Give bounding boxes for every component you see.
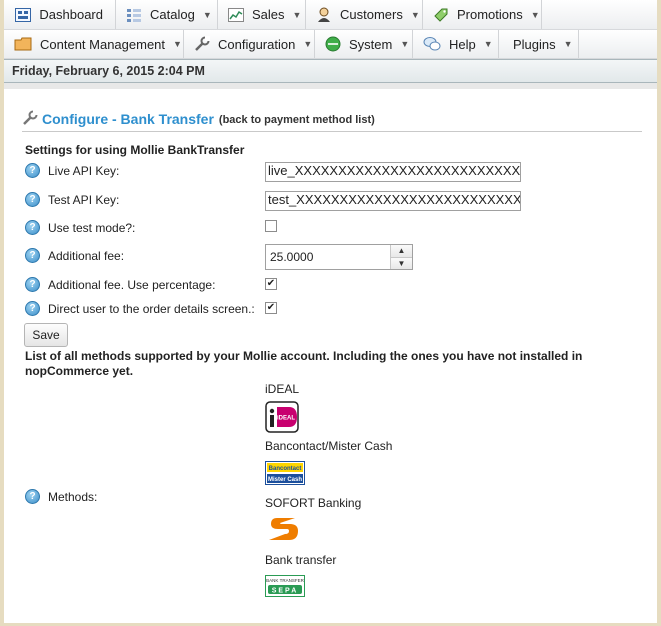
menu-dashboard[interactable]: Dashboard [4, 0, 116, 29]
menu-customers-label: Customers [340, 7, 403, 22]
additional-fee-label: ? Additional fee: [25, 248, 124, 263]
bancontact-logo-text: Bancontact [269, 466, 302, 472]
method-bank-transfer-name: Bank transfer [265, 553, 337, 567]
live-api-key-input[interactable]: live_XXXXXXXXXXXXXXXXXXXXXXXXXXXXXX [265, 162, 521, 182]
spin-down-button[interactable]: ▼ [391, 257, 412, 269]
method-bancontact-name: Bancontact/Mister Cash [265, 439, 393, 453]
menu-promotions[interactable]: Promotions ▼ [423, 0, 542, 29]
help-icon[interactable]: ? [25, 277, 40, 292]
content-management-icon [14, 36, 32, 52]
method-sofort-name: SOFORT Banking [265, 496, 362, 510]
sofort-logo [265, 516, 305, 545]
menu-configuration-label: Configuration [218, 36, 296, 52]
chevron-down-icon: ▼ [410, 9, 420, 20]
main-menu: Dashboard Catalog ▼ Sales ▼ Customers ▼ [4, 0, 657, 59]
fee-percentage-checkbox[interactable]: ✔ [265, 278, 277, 290]
use-test-mode-label-text: Use test mode?: [48, 220, 136, 235]
use-test-mode-checkbox[interactable] [265, 220, 277, 232]
configuration-icon [194, 36, 210, 52]
menu-content-management[interactable]: Content Management ▼ [4, 30, 184, 58]
ideal-logo: iDEAL [265, 401, 301, 436]
fee-percentage-label: ? Additional fee. Use percentage: [25, 277, 215, 292]
menu-promotions-label: Promotions [457, 7, 523, 22]
use-test-mode-label: ? Use test mode?: [25, 220, 135, 235]
menu-row-2: Content Management ▼ Configuration ▼ Sys… [4, 30, 657, 59]
back-to-list-link[interactable]: (back to payment method list) [219, 114, 375, 126]
bank-transfer-logo-text: BANK TRANSFER [266, 578, 304, 583]
chevron-down-icon: ▼ [303, 39, 313, 49]
chevron-down-icon: ▼ [483, 39, 493, 49]
ideal-logo-text: iDEAL [277, 416, 295, 422]
test-api-key-label: ? Test API Key: [25, 192, 119, 207]
section-title: Settings for using Mollie BankTransfer [25, 143, 245, 157]
live-api-key-label-text: Live API Key: [48, 163, 120, 178]
help-icon[interactable]: ? [25, 248, 40, 263]
methods-label: ? Methods: [25, 489, 97, 504]
chevron-down-icon: ▼ [202, 9, 212, 20]
spin-up-button[interactable]: ▲ [391, 245, 412, 258]
help-icon[interactable]: ? [25, 192, 40, 207]
system-icon [325, 36, 341, 52]
dashboard-icon [14, 7, 31, 23]
additional-fee-input[interactable]: 25.0000 ▲ ▼ [265, 244, 413, 270]
menu-help-label: Help [449, 36, 476, 52]
chevron-down-icon: ▼ [563, 39, 573, 49]
menu-sales-label: Sales [252, 7, 285, 22]
fee-spinner: ▲ ▼ [390, 245, 412, 269]
save-button[interactable]: Save [24, 323, 68, 347]
page-header: Configure - Bank Transfer (back to payme… [22, 109, 639, 129]
help-icon [423, 36, 441, 52]
catalog-icon [126, 7, 142, 23]
page-title: Configure - Bank Transfer [42, 111, 214, 127]
menu-configuration[interactable]: Configuration ▼ [184, 30, 315, 58]
menu-help[interactable]: Help ▼ [413, 30, 499, 58]
bancontact-logo: Bancontact Mister Cash [265, 461, 305, 488]
chevron-down-icon: ▼ [173, 39, 182, 49]
help-icon[interactable]: ? [25, 220, 40, 235]
main-content: Configure - Bank Transfer (back to payme… [4, 89, 657, 623]
chevron-down-icon: ▼ [292, 9, 302, 20]
menu-sales[interactable]: Sales ▼ [218, 0, 306, 29]
additional-fee-value[interactable]: 25.0000 [266, 245, 390, 269]
menu-catalog[interactable]: Catalog ▼ [116, 0, 218, 29]
help-icon[interactable]: ? [25, 489, 40, 504]
live-api-key-label: ? Live API Key: [25, 163, 119, 178]
chevron-down-icon: ▼ [530, 9, 540, 20]
menu-system[interactable]: System ▼ [315, 30, 413, 58]
direct-user-checkbox[interactable]: ✔ [265, 302, 277, 314]
direct-user-label-text: Direct user to the order details screen.… [48, 301, 255, 316]
methods-label-text: Methods: [48, 489, 98, 504]
date-bar: Friday, February 6, 2015 2:04 PM [4, 59, 657, 83]
wrench-icon [22, 109, 38, 129]
customers-icon [316, 7, 332, 23]
menu-plugins[interactable]: Plugins ▼ [499, 30, 579, 58]
menu-content-management-label: Content Management [40, 36, 166, 52]
test-api-key-label-text: Test API Key: [48, 192, 120, 207]
menu-row-1: Dashboard Catalog ▼ Sales ▼ Customers ▼ [4, 0, 657, 30]
help-icon[interactable]: ? [25, 301, 40, 316]
menu-catalog-label: Catalog [150, 7, 195, 22]
menu-dashboard-label: Dashboard [39, 7, 103, 22]
current-datetime: Friday, February 6, 2015 2:04 PM [12, 64, 205, 78]
additional-fee-label-text: Additional fee: [48, 248, 125, 263]
chevron-down-icon: ▼ [400, 39, 410, 49]
menu-plugins-label: Plugins [513, 36, 556, 52]
bank-transfer-logo: BANK TRANSFER SEPA [265, 575, 305, 600]
methods-note: List of all methods supported by your Mo… [25, 349, 583, 378]
menu-customers[interactable]: Customers ▼ [306, 0, 423, 29]
menu-system-label: System [349, 36, 393, 52]
title-divider [22, 131, 642, 132]
test-api-key-input[interactable]: test_XXXXXXXXXXXXXXXXXXXXXXXXXXXXXX [265, 191, 521, 211]
direct-user-label: ? Direct user to the order details scree… [25, 301, 255, 316]
sales-icon [228, 7, 244, 23]
mistercash-logo-text: Mister Cash [268, 477, 302, 483]
promotions-icon [433, 7, 449, 23]
sepa-logo-text: SEPA [272, 587, 299, 594]
fee-percentage-label-text: Additional fee. Use percentage: [48, 277, 216, 292]
help-icon[interactable]: ? [25, 163, 40, 178]
method-ideal-name: iDEAL [265, 382, 300, 396]
